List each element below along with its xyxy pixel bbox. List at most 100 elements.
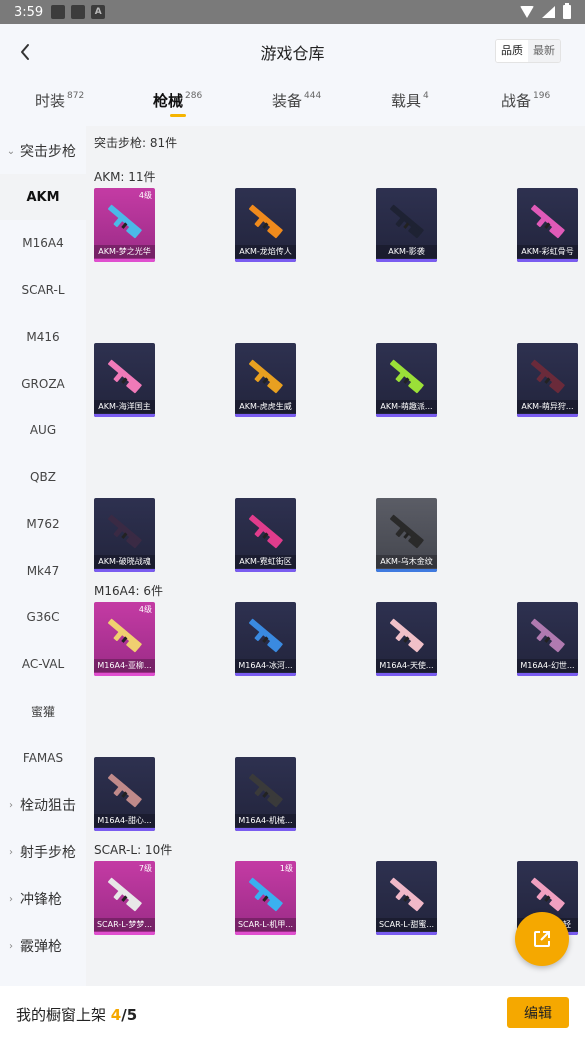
share-external-icon — [534, 931, 550, 947]
skin-name: M16A4-机械... — [235, 814, 296, 827]
weapon-skin-card[interactable]: 4级 M16A4-亚柳... — [94, 602, 155, 676]
notification-icon — [71, 5, 86, 19]
weapon-skin-card[interactable]: M16A4-幻世... — [517, 602, 578, 676]
sort-newest-button[interactable]: 最新 — [528, 40, 560, 62]
weapon-skin-card[interactable]: AKM-虎虎生威 — [235, 343, 296, 417]
sidebar-group-smg[interactable]: › 冲锋枪 — [0, 876, 86, 922]
share-button[interactable] — [515, 912, 569, 966]
chevron-right-icon: › — [9, 893, 13, 905]
sidebar-item-m416[interactable]: M416 — [0, 314, 86, 360]
skin-name: M16A4-甜心... — [94, 814, 155, 827]
sidebar-group-label: 霰弹枪 — [20, 939, 62, 955]
sidebar-group-shotgun[interactable]: › 霰弹枪 — [0, 923, 86, 969]
skin-name: AKM-乌木金纹 — [376, 555, 437, 568]
rifle-icon — [249, 877, 283, 912]
skin-level-badge: 4级 — [138, 605, 152, 614]
rarity-stripe — [376, 932, 437, 935]
rifle-icon — [390, 514, 424, 549]
weapon-skin-card[interactable]: AKM-乌木金纹 — [376, 498, 437, 572]
weapon-skin-card[interactable]: 4级 AKM-梦之光华 — [94, 188, 155, 262]
sidebar-item-honey-badger[interactable]: 蜜獾 — [0, 688, 86, 734]
sidebar-group-label: 突击步枪 — [20, 144, 76, 160]
rarity-stripe — [235, 569, 296, 572]
sort-quality-button[interactable]: 品质 — [496, 40, 528, 62]
rifle-icon — [390, 877, 424, 912]
weapon-skin-card[interactable]: M16A4-甜心... — [94, 757, 155, 831]
sidebar-item-qbz[interactable]: QBZ — [0, 454, 86, 500]
sidebar-item-aug[interactable]: AUG — [0, 407, 86, 453]
weapon-skin-card[interactable]: AKM-萌趣派... — [376, 343, 437, 417]
skin-name: AKM-彩虹骨号 — [517, 245, 578, 258]
rarity-stripe — [94, 414, 155, 417]
sidebar-item-mk47[interactable]: Mk47 — [0, 548, 86, 594]
weapon-skin-card[interactable]: 7级 SCAR-L-梦梦... — [94, 861, 155, 935]
rarity-stripe — [235, 673, 296, 676]
skin-name: AKM-霓虹街区 — [235, 555, 296, 568]
sidebar-item-ac-val[interactable]: AC-VAL — [0, 641, 86, 687]
rifle-icon — [108, 514, 142, 549]
rifle-icon — [531, 204, 565, 239]
chevron-right-icon: › — [9, 846, 13, 858]
sidebar-item-m16a4[interactable]: M16A4 — [0, 220, 86, 266]
weapon-skin-card[interactable]: AKM-萌异狩... — [517, 343, 578, 417]
skin-name: M16A4-天使... — [376, 659, 437, 672]
rifle-icon — [249, 359, 283, 394]
sidebar-item-akm[interactable]: AKM — [0, 174, 86, 220]
skin-level-badge: 1级 — [279, 864, 293, 873]
tab-count: 444 — [304, 91, 322, 101]
sidebar-item-scar-l[interactable]: SCAR-L — [0, 267, 86, 313]
sidebar-group-bolt-sniper[interactable]: › 栓动狙击 — [0, 782, 86, 828]
status-bar: 3:59 A — [0, 0, 585, 24]
rifle-icon — [531, 359, 565, 394]
weapon-skin-card[interactable]: AKM-霓虹街区 — [235, 498, 296, 572]
sidebar-group-assault-rifles[interactable]: ⌄ 突击步枪 — [0, 128, 86, 174]
tab-firearms[interactable]: 枪械 286 — [153, 90, 202, 111]
skin-name: SCAR-L-梦梦... — [94, 918, 155, 931]
chevron-down-icon: ⌄ — [6, 145, 16, 157]
rifle-icon — [249, 204, 283, 239]
edit-button[interactable]: 编辑 — [507, 997, 569, 1028]
tab-equipment[interactable]: 装备 444 — [272, 90, 321, 111]
notification-icon — [51, 5, 66, 19]
rarity-stripe — [235, 414, 296, 417]
weapon-skin-card[interactable]: 1级 SCAR-L-机甲... — [235, 861, 296, 935]
rifle-icon — [249, 773, 283, 808]
sidebar-group-marksman[interactable]: › 射手步枪 — [0, 829, 86, 875]
weapon-skin-card[interactable]: AKM-破晓战魂 — [94, 498, 155, 572]
category-header: 突击步枪: 81件 — [94, 136, 178, 150]
weapon-skin-card[interactable]: M16A4-机械... — [235, 757, 296, 831]
sidebar-item-m762[interactable]: M762 — [0, 501, 86, 547]
skin-name: AKM-海洋国主 — [94, 400, 155, 413]
skin-name: AKM-萌趣派... — [376, 400, 437, 413]
showcase-current-count: 4 — [110, 1006, 122, 1024]
chevron-right-icon: › — [9, 799, 13, 811]
tab-fashion[interactable]: 时装 872 — [35, 90, 84, 111]
weapon-skin-card[interactable]: M16A4-冰河... — [235, 602, 296, 676]
showcase-label: 我的橱窗上架 — [16, 1006, 107, 1024]
weapon-skin-card[interactable]: AKM-彩虹骨号 — [517, 188, 578, 262]
tab-label: 载具 — [391, 92, 422, 110]
rarity-stripe — [517, 414, 578, 417]
rifle-icon — [390, 618, 424, 653]
rarity-stripe — [376, 414, 437, 417]
weapon-skin-card[interactable]: AKM-海洋国主 — [94, 343, 155, 417]
tab-supplies[interactable]: 战备 196 — [501, 90, 550, 111]
tab-vehicles[interactable]: 载具 4 — [391, 90, 429, 111]
tab-label: 装备 — [272, 92, 303, 110]
sidebar-item-groza[interactable]: GROZA — [0, 361, 86, 407]
rarity-stripe — [235, 259, 296, 262]
rifle-icon — [108, 359, 142, 394]
sidebar-item-g36c[interactable]: G36C — [0, 594, 86, 640]
skin-name: M16A4-冰河... — [235, 659, 296, 672]
rarity-stripe — [376, 259, 437, 262]
weapon-skin-card[interactable]: M16A4-天使... — [376, 602, 437, 676]
sidebar-item-famas[interactable]: FAMAS — [0, 735, 86, 781]
weapon-skin-card[interactable]: AKM-龙焰传人 — [235, 188, 296, 262]
rarity-stripe — [517, 673, 578, 676]
skin-name: M16A4-幻世... — [517, 659, 578, 672]
rifle-icon — [108, 877, 142, 912]
skin-level-badge: 7级 — [138, 864, 152, 873]
rifle-icon — [249, 618, 283, 653]
weapon-skin-card[interactable]: AKM-影袭 — [376, 188, 437, 262]
weapon-skin-card[interactable]: SCAR-L-甜蜜... — [376, 861, 437, 935]
